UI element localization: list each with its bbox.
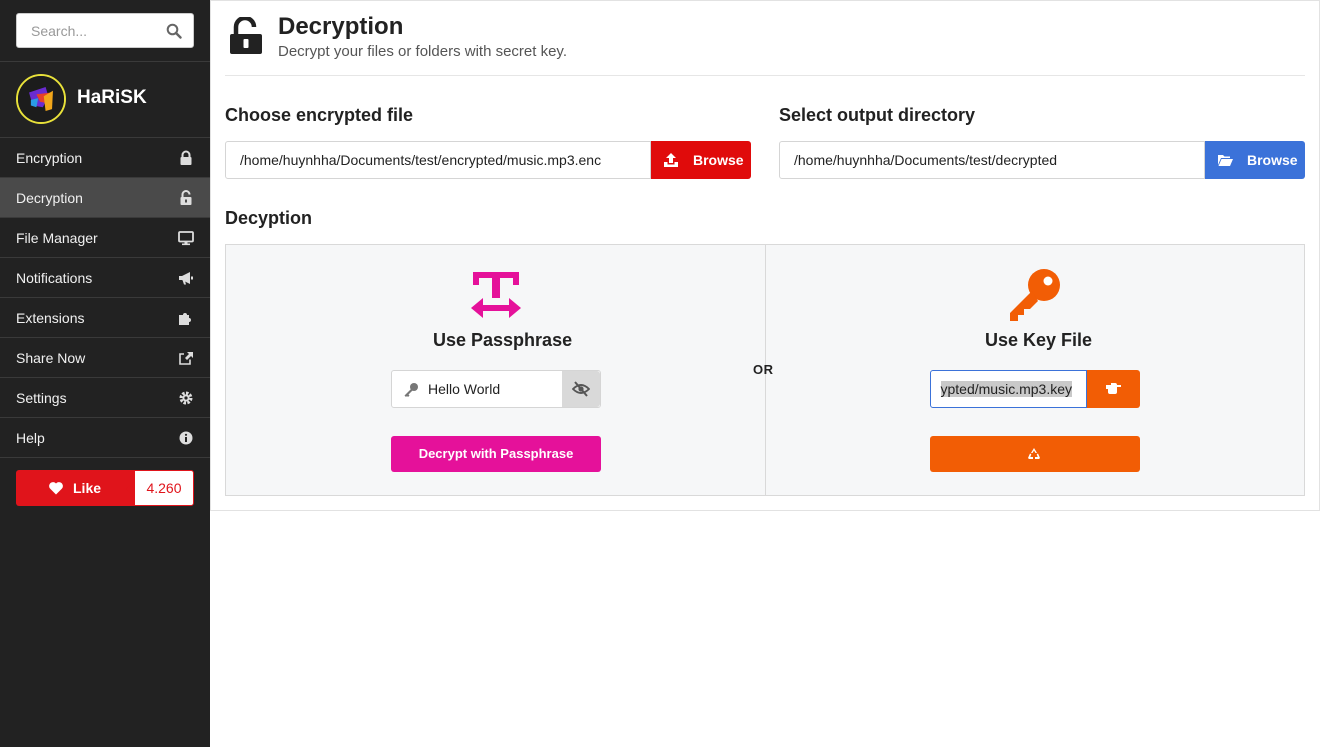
encrypted-file-input[interactable]: [225, 141, 651, 179]
toggle-visibility-button[interactable]: [562, 371, 600, 407]
sidebar-item-label: Share Now: [16, 350, 86, 366]
browse-keyfile-button[interactable]: [1087, 370, 1140, 408]
divider: [0, 457, 210, 458]
browse-label: Browse: [1247, 152, 1298, 168]
sidebar-item-label: Encryption: [16, 150, 83, 166]
info-icon: [179, 431, 193, 445]
like-count: 4.260: [126, 470, 194, 506]
avatar[interactable]: [16, 74, 66, 124]
browse-output-directory-button[interactable]: Browse: [1205, 141, 1305, 179]
puzzle-icon: [179, 313, 191, 325]
sidebar-item-encryption[interactable]: Encryption: [0, 137, 210, 177]
recycle-icon: [1028, 448, 1040, 459]
megaphone-icon: [179, 272, 193, 285]
divider: [225, 75, 1305, 76]
browse-label: Browse: [693, 152, 744, 168]
page-subtitle: Decrypt your files or folders with secre…: [278, 43, 567, 60]
monitor-icon: [178, 231, 194, 246]
upload-icon: [664, 153, 678, 167]
keyfile-option-title: Use Key File: [985, 330, 1093, 350]
keyfile-path-value: ypted/music.mp3.key: [940, 381, 1072, 397]
output-directory-label: Select output directory: [779, 105, 976, 125]
avatar-illustration-icon: [18, 76, 64, 122]
sidebar-item-file-manager[interactable]: File Manager: [0, 217, 210, 257]
unlock-icon: [230, 17, 262, 54]
sidebar-item-decryption[interactable]: Decryption: [0, 177, 210, 217]
encrypted-file-label: Choose encrypted file: [225, 105, 414, 125]
sidebar-item-help[interactable]: Help: [0, 417, 210, 457]
sidebar-item-label: Help: [16, 430, 45, 446]
decrypt-with-keyfile-button[interactable]: [930, 436, 1140, 472]
sidebar-item-settings[interactable]: Settings: [0, 377, 210, 417]
or-label: OR: [753, 362, 774, 377]
decryption-section-title: Decyption: [225, 208, 313, 228]
keyfile-input[interactable]: ypted/music.mp3.key: [930, 370, 1087, 408]
sidebar-item-share-now[interactable]: Share Now: [0, 337, 210, 377]
profile-name: HaRiSK: [77, 87, 147, 108]
gear-icon: [179, 391, 193, 405]
passphrase-field[interactable]: [391, 370, 601, 408]
page-title: Decryption: [278, 13, 404, 40]
share-icon: [179, 352, 193, 365]
search-box[interactable]: [16, 13, 194, 48]
hand-pointer-icon: [1106, 383, 1121, 394]
browse-encrypted-file-button[interactable]: Browse: [651, 141, 751, 179]
eye-slash-icon: [572, 381, 590, 397]
lock-icon: [180, 150, 192, 165]
sidebar-item-label: Notifications: [16, 270, 93, 286]
search-input[interactable]: [17, 14, 167, 47]
sidebar: HaRiSK Encryption Decryption File Manage…: [0, 0, 210, 747]
sidebar-item-label: Settings: [16, 390, 67, 406]
sidebar-item-notifications[interactable]: Notifications: [0, 257, 210, 297]
sidebar-item-extensions[interactable]: Extensions: [0, 297, 210, 337]
output-directory-input[interactable]: [779, 141, 1205, 179]
sidebar-item-label: Decryption: [16, 190, 83, 206]
passphrase-input[interactable]: [428, 371, 562, 407]
passphrase-option-title: Use Passphrase: [433, 330, 573, 350]
profile: HaRiSK: [0, 62, 210, 137]
like-button[interactable]: Like: [16, 470, 134, 506]
decrypt-with-passphrase-button[interactable]: Decrypt with Passphrase: [391, 436, 601, 472]
like-label: Like: [73, 480, 102, 496]
text-width-icon: [471, 272, 521, 318]
search-icon[interactable]: [166, 23, 182, 39]
key-icon: [1010, 269, 1060, 321]
folder-open-icon: [1218, 155, 1233, 166]
sidebar-item-label: Extensions: [16, 310, 85, 326]
key-icon: [404, 383, 418, 397]
sidebar-item-label: File Manager: [16, 230, 98, 246]
unlock-icon: [180, 190, 192, 205]
heart-icon: [49, 482, 63, 495]
